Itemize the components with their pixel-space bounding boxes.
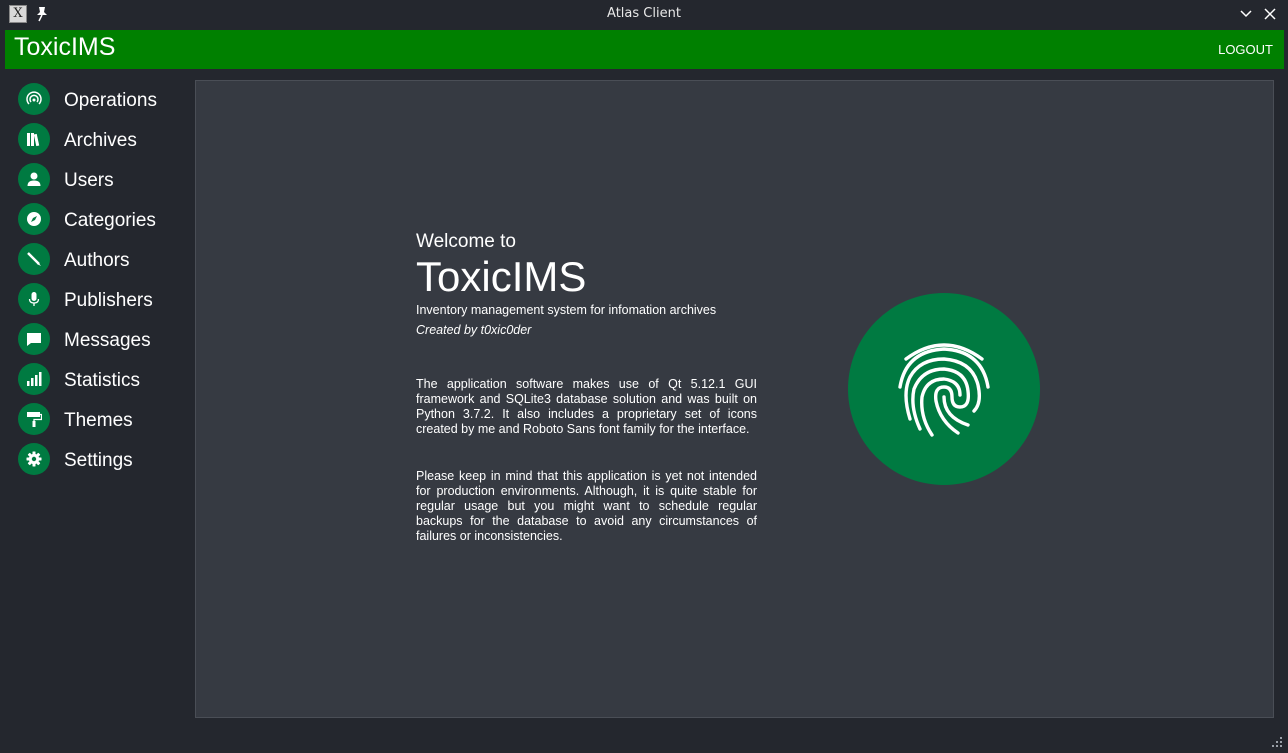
close-icon[interactable] (1263, 7, 1277, 21)
bar-chart-icon (18, 363, 50, 395)
sidebar-item-label: Settings (64, 450, 133, 471)
sidebar-item-label: Authors (64, 250, 130, 271)
user-icon (18, 163, 50, 195)
compass-icon (18, 203, 50, 235)
gear-icon (18, 443, 50, 475)
sidebar-item-themes[interactable]: Themes (18, 403, 188, 439)
about-paragraph: The application software makes use of Qt… (416, 377, 757, 436)
sidebar-item-archives[interactable]: Archives (18, 123, 188, 159)
radar-icon (18, 83, 50, 115)
sidebar-item-label: Archives (64, 130, 137, 151)
sidebar-item-publishers[interactable]: Publishers (18, 283, 188, 319)
chat-icon (18, 323, 50, 355)
welcome-heading: Welcome to (416, 231, 516, 252)
window-titlebar: X Atlas Client (0, 0, 1288, 29)
books-icon (18, 123, 50, 155)
brand-title: ToxicIMS (14, 33, 116, 61)
app-header: ToxicIMS LOGOUT (5, 30, 1284, 69)
app-title: ToxicIMS (416, 253, 587, 300)
sidebar-item-label: Categories (64, 210, 156, 231)
sidebar-item-settings[interactable]: Settings (18, 443, 188, 479)
paint-roller-icon (18, 403, 50, 435)
resize-grip-icon[interactable] (1271, 736, 1283, 748)
microphone-icon (18, 283, 50, 315)
pen-icon (18, 243, 50, 275)
chevron-down-icon[interactable] (1239, 7, 1253, 21)
sidebar-item-label: Themes (64, 410, 133, 431)
sidebar-item-label: Messages (64, 330, 151, 351)
sidebar-item-statistics[interactable]: Statistics (18, 363, 188, 399)
sidebar-item-authors[interactable]: Authors (18, 243, 188, 279)
app-author: Created by t0xic0der (416, 323, 532, 337)
sidebar-item-label: Statistics (64, 370, 141, 391)
logout-button[interactable]: LOGOUT (1218, 42, 1273, 57)
sidebar-item-messages[interactable]: Messages (18, 323, 188, 359)
sidebar-item-categories[interactable]: Categories (18, 203, 188, 239)
fingerprint-icon (898, 343, 990, 437)
fingerprint-logo (848, 293, 1040, 485)
app-subtitle: Inventory management system for infomati… (416, 303, 717, 317)
sidebar-item-label: Users (64, 170, 114, 191)
sidebar-item-operations[interactable]: Operations (18, 83, 188, 119)
sidebar-item-label: Publishers (64, 290, 153, 311)
sidebar-item-users[interactable]: Users (18, 163, 188, 199)
disclaimer-paragraph: Please keep in mind that this applicatio… (416, 469, 757, 543)
sidebar-item-label: Operations (64, 90, 157, 111)
window-title: Atlas Client (607, 6, 681, 21)
main-panel: Welcome to ToxicIMS Inventory management… (195, 80, 1274, 718)
